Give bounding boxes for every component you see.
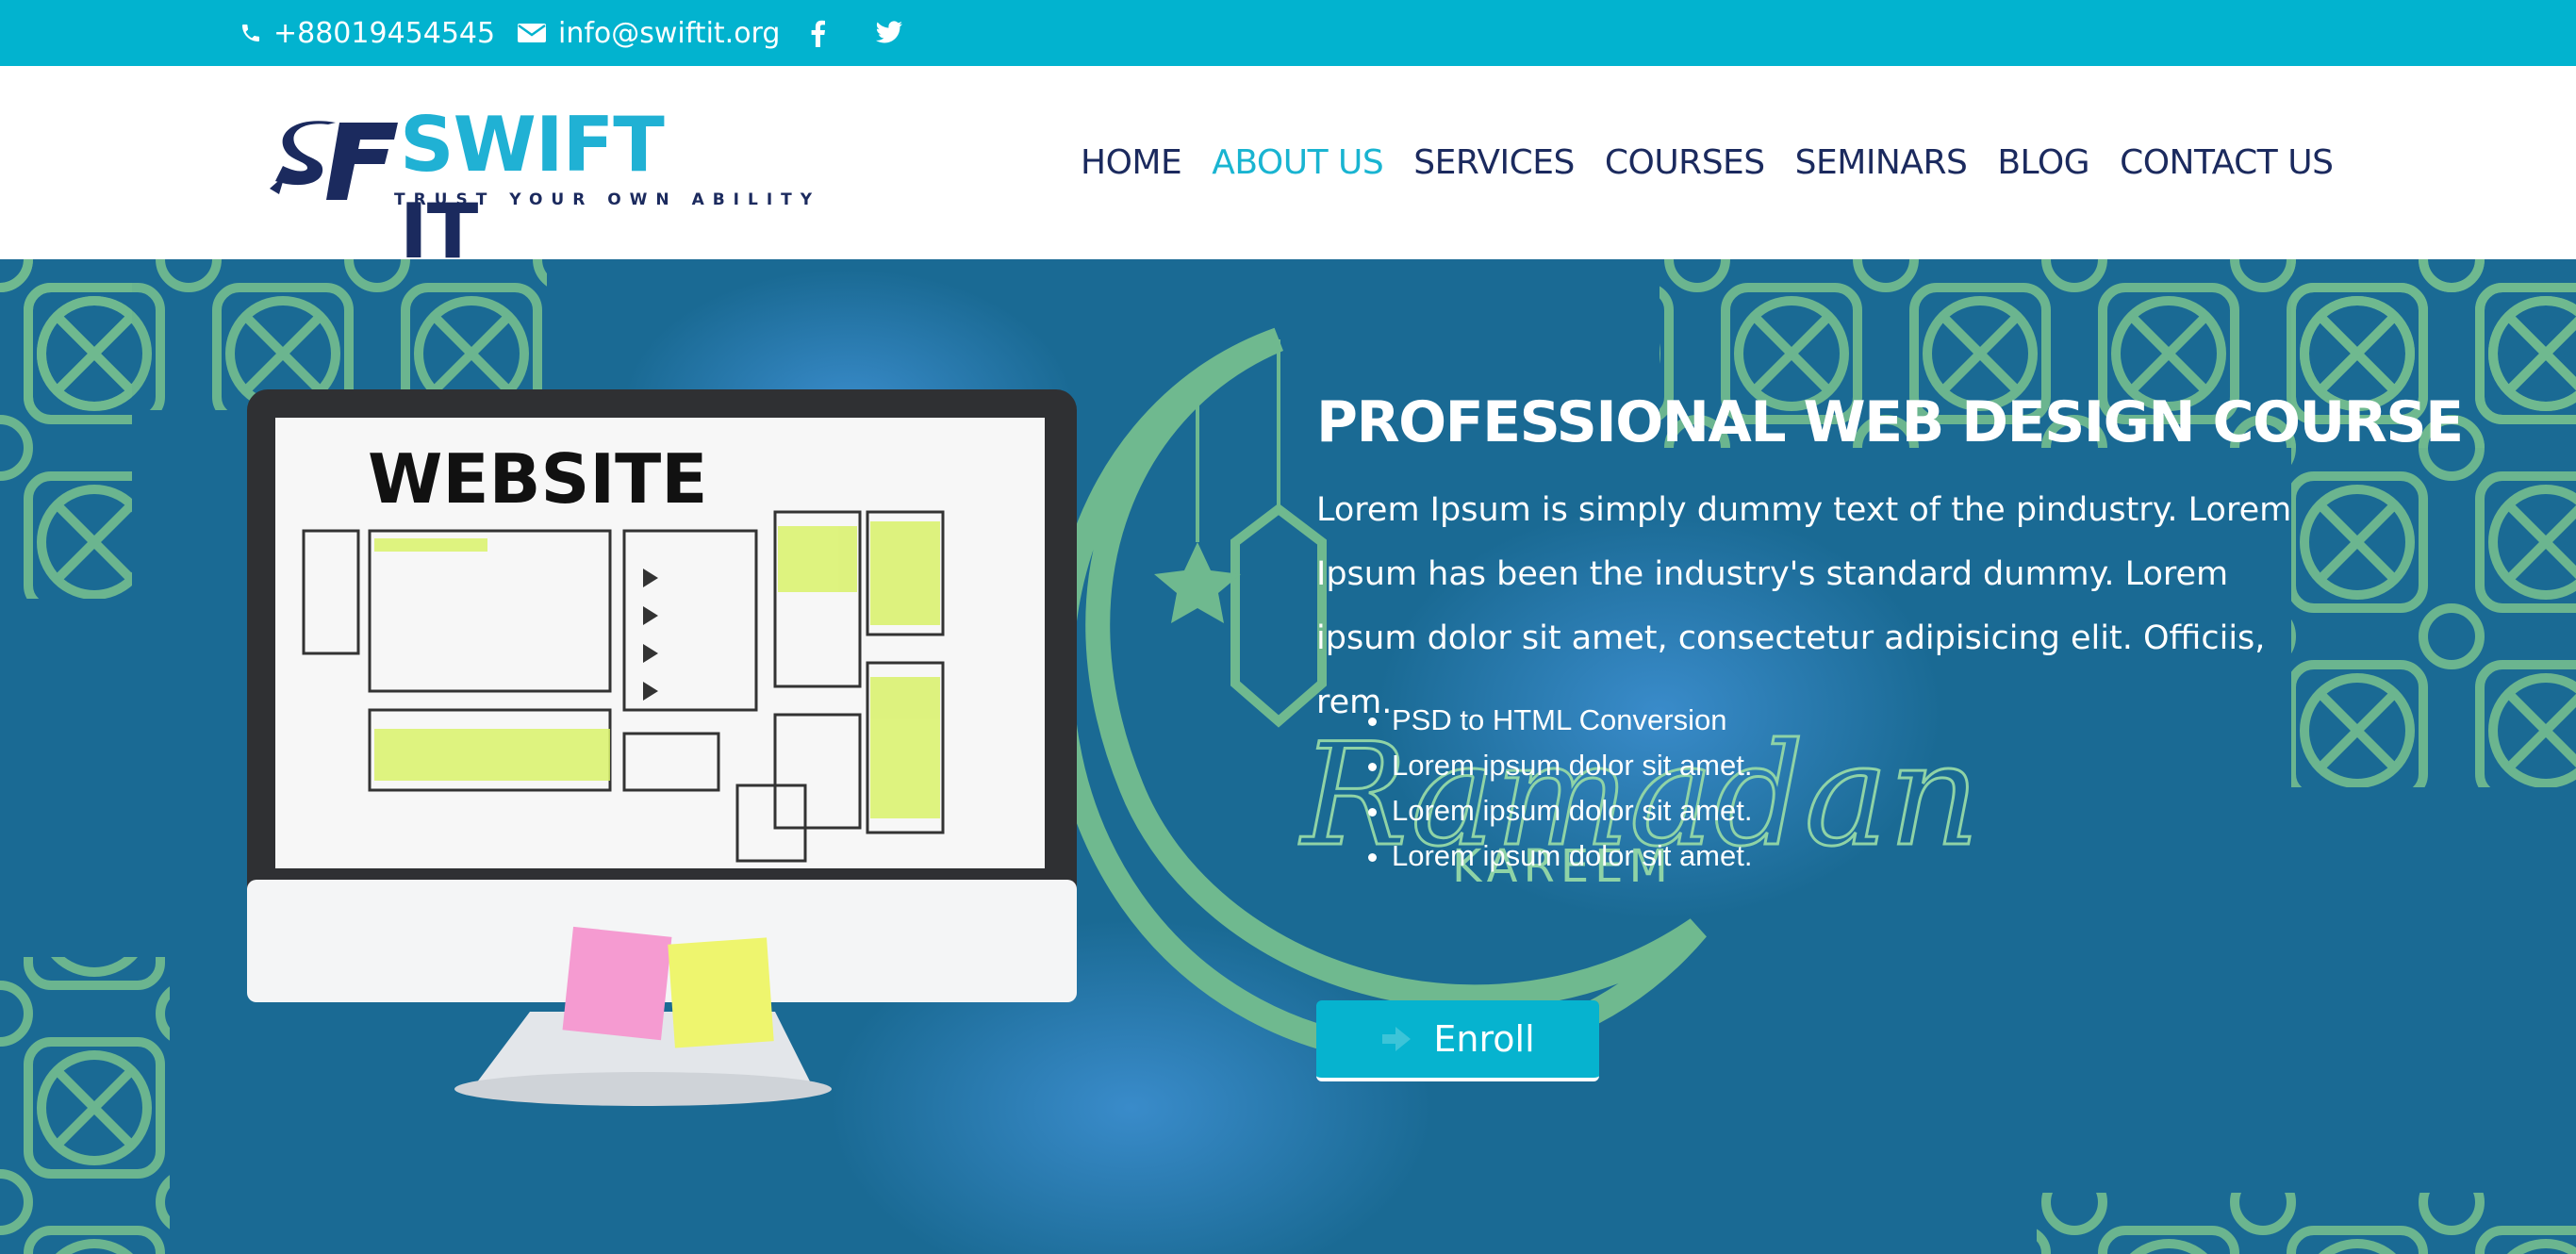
twitter-icon (875, 21, 903, 45)
logo-wordmark: SWIFT IT (400, 102, 751, 275)
list-item: PSD to HTML Conversion (1392, 698, 1752, 743)
email-address: info@swiftit.org (558, 16, 781, 50)
envelope-icon (517, 22, 547, 44)
twitter-link[interactable] (875, 0, 915, 66)
facebook-icon (809, 19, 826, 47)
logo-tagline: TRUST YOUR OWN ABILITY (394, 190, 821, 209)
sf-logo-mark (270, 121, 398, 200)
logo-brand: SWIFT (400, 101, 665, 189)
facebook-link[interactable] (809, 0, 837, 66)
enroll-label: Enroll (1433, 1018, 1535, 1060)
email-contact[interactable]: info@swiftit.org (517, 0, 780, 66)
phone-number: +88019454545 (273, 16, 496, 50)
site-header: SWIFT IT TRUST YOUR OWN ABILITY HOME ABO… (0, 66, 2576, 275)
list-item: Lorem ipsum dolor sit amet. (1392, 743, 1752, 788)
top-bar: +88019454545 info@swiftit.org (0, 0, 2576, 66)
list-item: Lorem ipsum dolor sit amet. (1392, 788, 1752, 833)
nav-about-us[interactable]: ABOUT US (1212, 143, 1384, 182)
hero-title: PROFESSIONAL WEB DESIGN COURSE (1316, 389, 2464, 455)
monitor-illustration: WEBSITE (247, 389, 1077, 1106)
nav-seminars[interactable]: SEMINARS (1795, 143, 1968, 182)
nav-home[interactable]: HOME (1081, 143, 1182, 182)
list-item: Lorem ipsum dolor sit amet. (1392, 833, 1752, 879)
main-nav: HOME ABOUT US SERVICES COURSES SEMINARS … (1081, 120, 2334, 205)
screen-website-text: WEBSITE (368, 439, 707, 519)
site-logo[interactable]: SWIFT IT TRUST YOUR OWN ABILITY (270, 102, 812, 275)
enroll-button[interactable]: Enroll (1316, 1000, 1599, 1081)
hero-banner: Ramadan KAREEM WEBSITE PROFESSIONAL WEB … (0, 259, 2576, 1254)
phone-contact[interactable]: +88019454545 (239, 0, 495, 66)
nav-blog[interactable]: BLOG (1997, 143, 2089, 182)
nav-courses[interactable]: COURSES (1605, 143, 1765, 182)
nav-services[interactable]: SERVICES (1413, 143, 1575, 182)
nav-contact-us[interactable]: CONTACT US (2120, 143, 2334, 182)
phone-icon (239, 22, 262, 44)
hero-description: Lorem Ipsum is simply dummy text of the … (1316, 491, 2292, 721)
arrow-right-icon (1380, 1025, 1412, 1053)
hero-feature-list: PSD to HTML Conversion Lorem ipsum dolor… (1392, 698, 1752, 879)
